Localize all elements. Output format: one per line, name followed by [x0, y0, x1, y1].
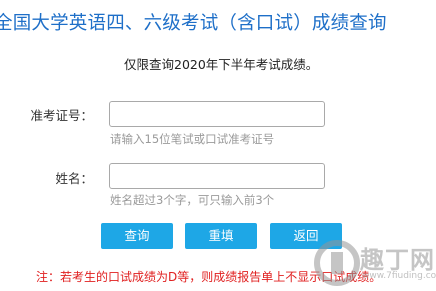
reset-button[interactable]: 重填 — [185, 223, 257, 249]
score-query-page: 全国大学英语四、六级考试（含口试）成绩查询 仅限查询2020年下半年考试成绩。 … — [0, 0, 436, 291]
query-button[interactable]: 查询 — [101, 223, 173, 249]
query-notice: 仅限查询2020年下半年考试成绩。 — [124, 57, 319, 72]
site-watermark: 趣丁网 www.7fiuding.com — [312, 238, 436, 291]
page-title: 全国大学英语四、六级考试（含口试）成绩查询 — [0, 13, 387, 34]
ticket-number-hint: 请输入15位笔试或口试准考证号 — [110, 132, 275, 146]
name-label: 姓名： — [55, 171, 93, 186]
ticket-number-input[interactable] — [109, 101, 325, 127]
name-hint: 姓名超过3个字，可只输入前3个 — [110, 193, 275, 207]
name-input[interactable] — [109, 163, 325, 189]
watermark-logo-icon — [314, 240, 360, 286]
watermark-url: www.7fiuding.com — [362, 271, 436, 281]
watermark-text: 趣丁网 — [360, 246, 435, 274]
ticket-number-label: 准考证号： — [30, 108, 93, 123]
